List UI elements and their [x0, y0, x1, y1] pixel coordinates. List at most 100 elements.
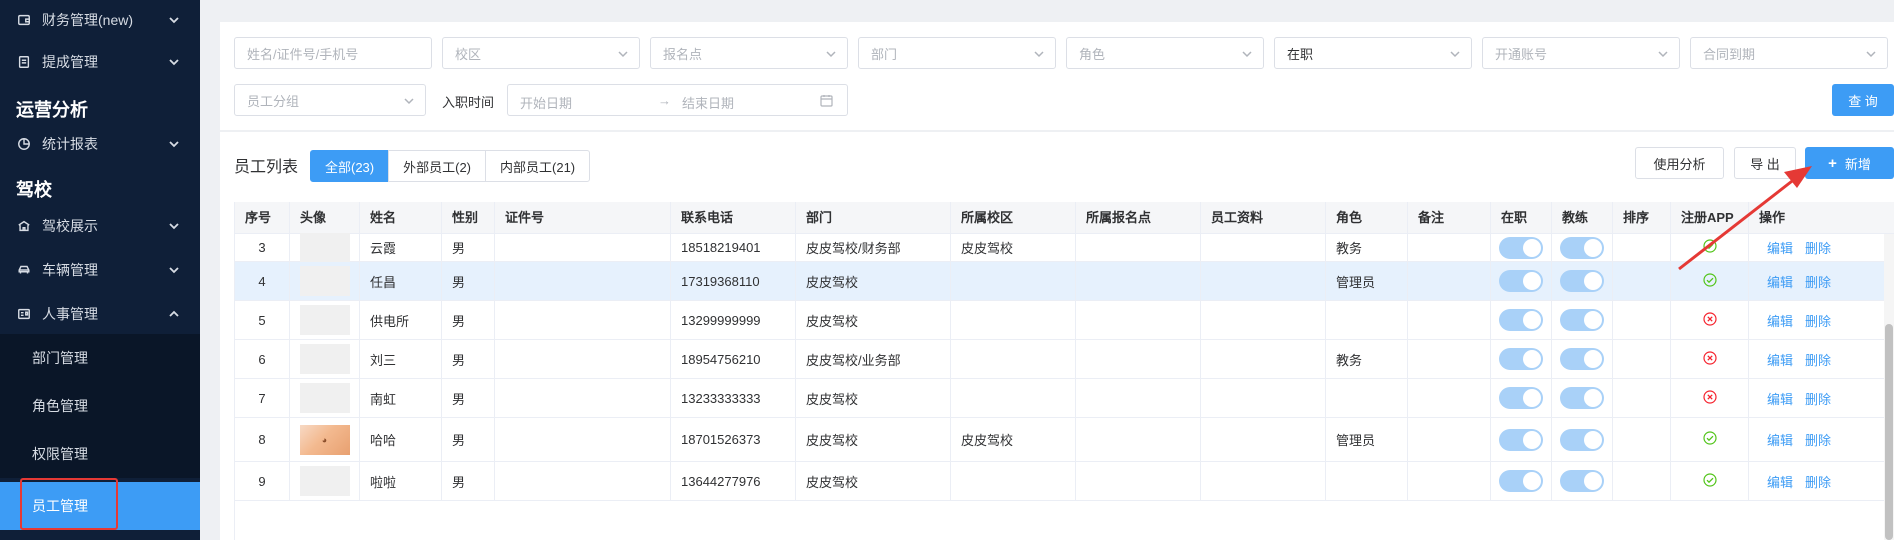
delete-link[interactable]: 删除	[1805, 430, 1831, 449]
sidebar-item-school-display[interactable]: 驾校展示	[0, 206, 200, 246]
sidebar-subitem-permissions[interactable]: 权限管理	[0, 430, 200, 478]
coach-toggle[interactable]	[1560, 428, 1604, 451]
employee-list-panel: 员工列表 全部(23) 外部员工(2) 内部员工(21) 使用分析 导 出 + …	[220, 132, 1894, 540]
sidebar-item-hr[interactable]: 人事管理	[0, 294, 200, 334]
tab-external[interactable]: 外部员工(2)	[388, 150, 487, 182]
sidebar-subitem-departments[interactable]: 部门管理	[0, 334, 200, 382]
add-employee-button[interactable]: + 新增	[1805, 147, 1894, 179]
tab-all[interactable]: 全部(23)	[310, 150, 390, 182]
cell-index: 6	[235, 340, 290, 378]
table-row[interactable]: 5 供电所 男 13299999999 皮皮驾校 编辑 删除	[235, 301, 1894, 340]
edit-link[interactable]: 编辑	[1767, 350, 1793, 369]
cell-text: 皮皮驾校	[961, 241, 1014, 256]
coach-toggle[interactable]	[1560, 309, 1604, 331]
account-status-select[interactable]: 开通账号	[1482, 37, 1680, 69]
contract-expiry-select[interactable]: 合同到期	[1690, 37, 1888, 69]
edit-link[interactable]: 编辑	[1767, 272, 1793, 291]
cell-sort	[1613, 418, 1671, 461]
table-row[interactable]: 4 任昌 男 17319368110 皮皮驾校 管理员 编辑 删除	[235, 262, 1894, 301]
placeholder-text: 员工分组	[247, 93, 300, 109]
avatar[interactable]	[299, 344, 350, 374]
table-row[interactable]: 7 南虹 男 13233333333 皮皮驾校 编辑 删除	[235, 379, 1894, 418]
edit-link[interactable]: 编辑	[1767, 311, 1793, 330]
hire-date-range-picker[interactable]: 开始日期 → 结束日期	[507, 84, 848, 116]
usage-analysis-button[interactable]: 使用分析	[1635, 147, 1724, 179]
placeholder-text: 开通账号	[1495, 46, 1548, 62]
cell-sort	[1613, 262, 1671, 300]
x-circle-icon	[1702, 311, 1717, 329]
sidebar-item-vehicles[interactable]: 车辆管理	[0, 250, 200, 290]
coach-toggle[interactable]	[1560, 236, 1604, 259]
table-row[interactable]: 3 云霞 男 18518219401 皮皮驾校/财务部 皮皮驾校 教务 编辑 删除	[235, 232, 1894, 263]
table-row[interactable]: 8 ◕ 哈哈 男 18701526373 皮皮驾校 皮皮驾校 管理员 编辑 删除	[235, 418, 1894, 462]
query-button[interactable]: 查 询	[1832, 84, 1894, 116]
delete-link[interactable]: 删除	[1805, 350, 1831, 369]
table-scrollbar[interactable]	[1884, 234, 1894, 540]
coach-toggle[interactable]	[1560, 348, 1604, 370]
edit-link[interactable]: 编辑	[1767, 430, 1793, 449]
coach-toggle[interactable]	[1560, 387, 1604, 409]
role-select[interactable]: 角色	[1066, 37, 1264, 69]
on-job-toggle[interactable]	[1499, 270, 1543, 292]
on-job-toggle[interactable]	[1499, 309, 1543, 331]
edit-link[interactable]: 编辑	[1767, 389, 1793, 408]
export-button[interactable]: 导 出	[1734, 147, 1796, 179]
header-col-coach: 教练	[1552, 202, 1613, 234]
scrollbar-thumb[interactable]	[1885, 324, 1893, 540]
campus-select[interactable]: 校区	[442, 37, 640, 69]
employment-status-select[interactable]: 在职	[1274, 37, 1472, 69]
delete-link[interactable]: 删除	[1805, 238, 1831, 257]
cell-role: 管理员	[1326, 418, 1408, 461]
sidebar-item-reports[interactable]: 统计报表	[0, 124, 200, 164]
on-job-toggle[interactable]	[1499, 428, 1543, 451]
department-select[interactable]: 部门	[858, 37, 1056, 69]
coach-toggle[interactable]	[1560, 270, 1604, 292]
delete-link[interactable]: 删除	[1805, 389, 1831, 408]
cell-sort	[1613, 340, 1671, 378]
delete-link[interactable]: 删除	[1805, 311, 1831, 330]
delete-link[interactable]: 删除	[1805, 272, 1831, 291]
sidebar-subitem-employees[interactable]: 员工管理	[0, 482, 200, 530]
cell-avatar	[290, 262, 360, 300]
table-row[interactable]: 6 刘三 男 18954756210 皮皮驾校/业务部 教务 编辑 删除	[235, 340, 1894, 379]
avatar[interactable]: ◕	[299, 424, 350, 455]
cell-text: 7	[258, 390, 266, 406]
cell-index: 8	[235, 418, 290, 461]
cell-remark	[1408, 234, 1491, 261]
cell-text: 皮皮驾校	[806, 474, 859, 490]
avatar-photo-icon: ◕	[321, 434, 328, 445]
on-job-toggle[interactable]	[1499, 236, 1543, 259]
tab-internal[interactable]: 内部员工(21)	[485, 150, 591, 182]
table-row[interactable]: 9 啦啦 男 13644277976 皮皮驾校 编辑 删除	[235, 462, 1894, 501]
sidebar-subitem-roles[interactable]: 角色管理	[0, 382, 200, 430]
avatar[interactable]	[299, 466, 350, 496]
delete-link[interactable]: 删除	[1805, 472, 1831, 491]
sidebar-item-commission[interactable]: 提成管理	[0, 42, 200, 82]
on-job-toggle[interactable]	[1499, 387, 1543, 409]
on-job-toggle[interactable]	[1499, 348, 1543, 370]
cell-id-number	[495, 262, 671, 300]
signup-point-select[interactable]: 报名点	[650, 37, 848, 69]
end-date-input[interactable]: 结束日期	[682, 93, 734, 112]
coach-toggle[interactable]	[1560, 470, 1604, 492]
cell-sort	[1613, 301, 1671, 339]
name-search-input[interactable]: 姓名/证件号/手机号	[234, 37, 432, 69]
avatar[interactable]	[299, 232, 350, 263]
sidebar-subitem-label: 角色管理	[32, 398, 88, 414]
avatar[interactable]	[299, 305, 350, 335]
cell-app-registered	[1671, 262, 1749, 300]
cell-remark	[1408, 262, 1491, 300]
cell-name: 哈哈	[360, 418, 442, 461]
start-date-input[interactable]: 开始日期	[520, 93, 572, 112]
edit-link[interactable]: 编辑	[1767, 238, 1793, 257]
header-col-app-registered: 注册APP	[1671, 202, 1749, 234]
sidebar-item-finance[interactable]: 财务管理(new)	[0, 0, 200, 40]
avatar[interactable]	[299, 266, 350, 296]
check-circle-icon	[1702, 239, 1717, 256]
selected-value: 在职	[1287, 46, 1314, 62]
avatar[interactable]	[299, 383, 350, 413]
edit-link[interactable]: 编辑	[1767, 472, 1793, 491]
cell-actions: 编辑 删除	[1749, 340, 1894, 378]
employee-group-select[interactable]: 员工分组	[234, 84, 426, 116]
on-job-toggle[interactable]	[1499, 470, 1543, 492]
